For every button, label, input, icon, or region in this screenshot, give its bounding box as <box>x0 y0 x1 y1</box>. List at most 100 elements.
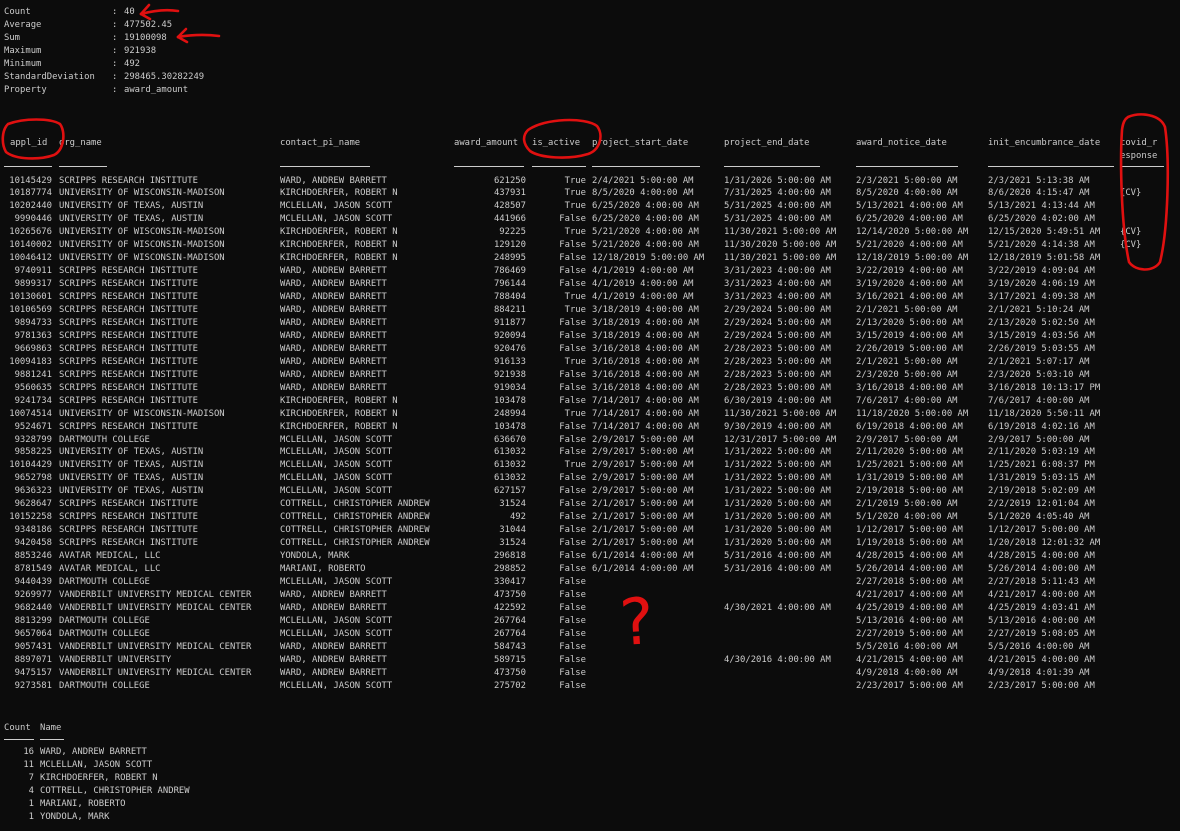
cell-is-active: False <box>559 680 586 691</box>
cell-covid-response: {CV} <box>1120 188 1142 199</box>
group-cell-count: 4 <box>28 785 34 796</box>
stat-label: Sum <box>4 32 21 43</box>
cell-contact-pi-name: COTTRELL, CHRISTOPHER ANDREW <box>280 499 430 510</box>
cell-is-active: False <box>559 369 586 380</box>
cell-project-end-date: 1/31/2022 5:00:00 AM <box>724 460 831 471</box>
cell-award-notice-date: 2/1/2021 5:00:00 AM <box>856 356 958 367</box>
table-row: 9241734 SCRIPPS RESEARCH INSTITUTE KIRCHDO… <box>0 395 1180 408</box>
cell-is-active: False <box>559 589 586 600</box>
cell-appl-id: 9881241 <box>14 369 52 380</box>
cell-is-active: True <box>564 460 586 471</box>
cell-award-amount: 796144 <box>493 279 526 290</box>
stat-separator: : <box>112 84 118 95</box>
cell-init-encumbrance-date: 12/15/2020 5:49:51 AM <box>988 227 1101 238</box>
cell-project-start-date: 2/1/2017 5:00:00 AM <box>592 538 694 549</box>
cell-init-encumbrance-date: 5/26/2014 4:00:00 AM <box>988 564 1095 574</box>
cell-contact-pi-name: COTTRELL, CHRISTOPHER ANDREW <box>280 512 430 523</box>
table-row: 9781363 SCRIPPS RESEARCH INSTITUTE WARD, A… <box>0 330 1180 343</box>
cell-is-active: False <box>559 473 586 484</box>
cell-contact-pi-name: WARD, ANDREW BARRETT <box>280 356 387 367</box>
table-row: 10106569 SCRIPPS RESEARCH INSTITUTE WARD, … <box>0 304 1180 317</box>
cell-project-start-date: 2/9/2017 5:00:00 AM <box>592 460 694 471</box>
cell-award-notice-date: 12/14/2020 5:00:00 AM <box>856 227 969 238</box>
stat-value: award_amount <box>124 84 189 95</box>
header-underline-award-amount <box>454 166 524 167</box>
cell-project-end-date: 9/30/2019 4:00:00 AM <box>724 421 831 432</box>
cell-init-encumbrance-date: 2/3/2021 5:13:38 AM <box>988 175 1090 186</box>
cell-appl-id: 10130601 <box>9 292 52 303</box>
cell-appl-id: 9420458 <box>14 538 52 549</box>
cell-init-encumbrance-date: 1/25/2021 6:08:37 PM <box>988 460 1095 471</box>
group-cell-name: MCLELLAN, JASON SCOTT <box>40 759 153 770</box>
table-row: 10152258 SCRIPPS RESEARCH INSTITUTE COTTRE… <box>0 511 1180 524</box>
cell-org-name: UNIVERSITY OF TEXAS, AUSTIN <box>59 214 204 225</box>
cell-award-amount: 613032 <box>493 460 526 471</box>
cell-project-end-date: 2/28/2023 5:00:00 AM <box>724 382 831 393</box>
cell-appl-id: 8853246 <box>14 551 52 562</box>
cell-contact-pi-name: WARD, ANDREW BARRETT <box>280 641 387 652</box>
stat-value: 40 <box>124 7 135 17</box>
header-underline-award-notice-date <box>856 166 958 167</box>
header-init-encumbrance-date: init_encumbrance_date <box>988 138 1101 148</box>
cell-appl-id: 9740911 <box>14 266 52 277</box>
cell-appl-id: 10074514 <box>9 408 52 419</box>
cell-appl-id: 10145429 <box>9 175 52 186</box>
header-underline-appl-id <box>4 166 52 167</box>
terminal-window[interactable]: { "stats": [ {"label": "Count", "value":… <box>0 0 1180 831</box>
stat-separator: : <box>112 19 118 30</box>
table-row: 10265676 UNIVERSITY OF WISCONSIN-MADISON K… <box>0 226 1180 239</box>
cell-init-encumbrance-date: 5/1/2020 4:05:40 AM <box>988 512 1090 523</box>
cell-is-active: False <box>559 266 586 277</box>
cell-award-amount: 921938 <box>493 369 526 380</box>
cell-award-notice-date: 2/1/2019 5:00:00 AM <box>856 499 958 510</box>
cell-award-amount: 884211 <box>493 305 526 315</box>
cell-appl-id: 9858225 <box>14 447 52 458</box>
table-row: 10130601 SCRIPPS RESEARCH INSTITUTE WARD, … <box>0 291 1180 304</box>
cell-appl-id: 10187774 <box>9 188 52 199</box>
table-row: 9740911 SCRIPPS RESEARCH INSTITUTE WARD, A… <box>0 265 1180 278</box>
table-row: 9657064 DARTMOUTH COLLEGE MCLELLAN, JASON … <box>0 628 1180 641</box>
cell-contact-pi-name: WARD, ANDREW BARRETT <box>280 305 387 315</box>
table-row: 9628647 SCRIPPS RESEARCH INSTITUTE COTTREL… <box>0 498 1180 511</box>
cell-project-start-date: 2/9/2017 5:00:00 AM <box>592 486 694 497</box>
cell-project-start-date: 2/1/2017 5:00:00 AM <box>592 525 694 536</box>
cell-project-start-date: 8/5/2020 4:00:00 AM <box>592 188 694 199</box>
cell-init-encumbrance-date: 5/13/2016 4:00:00 AM <box>988 615 1095 626</box>
cell-award-amount: 788404 <box>493 292 526 303</box>
cell-contact-pi-name: MCLELLAN, JASON SCOTT <box>280 628 393 639</box>
cell-award-notice-date: 5/5/2016 4:00:00 AM <box>856 641 958 652</box>
cell-project-start-date: 6/25/2020 4:00:00 AM <box>592 201 699 212</box>
cell-contact-pi-name: MCLELLAN, JASON SCOTT <box>280 473 393 484</box>
cell-award-notice-date: 3/16/2018 4:00:00 AM <box>856 382 963 393</box>
cell-is-active: True <box>564 305 586 315</box>
cell-init-encumbrance-date: 2/19/2018 5:02:09 AM <box>988 486 1095 497</box>
cell-contact-pi-name: MCLELLAN, JASON SCOTT <box>280 447 393 458</box>
cell-project-end-date: 2/28/2023 5:00:00 AM <box>724 369 831 380</box>
cell-project-end-date: 1/31/2020 5:00:00 AM <box>724 538 831 549</box>
cell-award-notice-date: 2/13/2020 5:00:00 AM <box>856 317 963 328</box>
cell-org-name: VANDERBILT UNIVERSITY MEDICAL CENTER <box>59 602 252 613</box>
cell-award-amount: 248995 <box>493 253 526 264</box>
cell-is-active: False <box>559 628 586 639</box>
cell-contact-pi-name: KIRCHDOERFER, ROBERT N <box>280 395 398 406</box>
cell-org-name: UNIVERSITY OF TEXAS, AUSTIN <box>59 447 204 458</box>
cell-appl-id: 9990446 <box>14 214 52 225</box>
cell-award-notice-date: 11/18/2020 5:00:00 AM <box>856 408 969 419</box>
cell-appl-id: 8813299 <box>14 615 52 626</box>
stat-separator: : <box>112 71 118 82</box>
cell-init-encumbrance-date: 7/6/2017 4:00:00 AM <box>988 395 1090 406</box>
cell-init-encumbrance-date: 4/9/2018 4:01:39 AM <box>988 667 1090 678</box>
stat-separator: : <box>112 7 118 17</box>
cell-org-name: SCRIPPS RESEARCH INSTITUTE <box>59 279 198 290</box>
cell-org-name: SCRIPPS RESEARCH INSTITUTE <box>59 538 198 549</box>
cell-appl-id: 9628647 <box>14 499 52 510</box>
cell-org-name: SCRIPPS RESEARCH INSTITUTE <box>59 382 198 393</box>
cell-award-amount: 636670 <box>493 434 526 445</box>
cell-org-name: SCRIPPS RESEARCH INSTITUTE <box>59 421 198 432</box>
cell-org-name: UNIVERSITY OF WISCONSIN-MADISON <box>59 240 225 251</box>
cell-is-active: False <box>559 602 586 613</box>
cell-contact-pi-name: WARD, ANDREW BARRETT <box>280 667 387 678</box>
cell-contact-pi-name: KIRCHDOERFER, ROBERT N <box>280 421 398 432</box>
table-row: 9990446 UNIVERSITY OF TEXAS, AUSTIN MCLELL… <box>0 213 1180 226</box>
cell-project-end-date: 6/30/2019 4:00:00 AM <box>724 395 831 406</box>
